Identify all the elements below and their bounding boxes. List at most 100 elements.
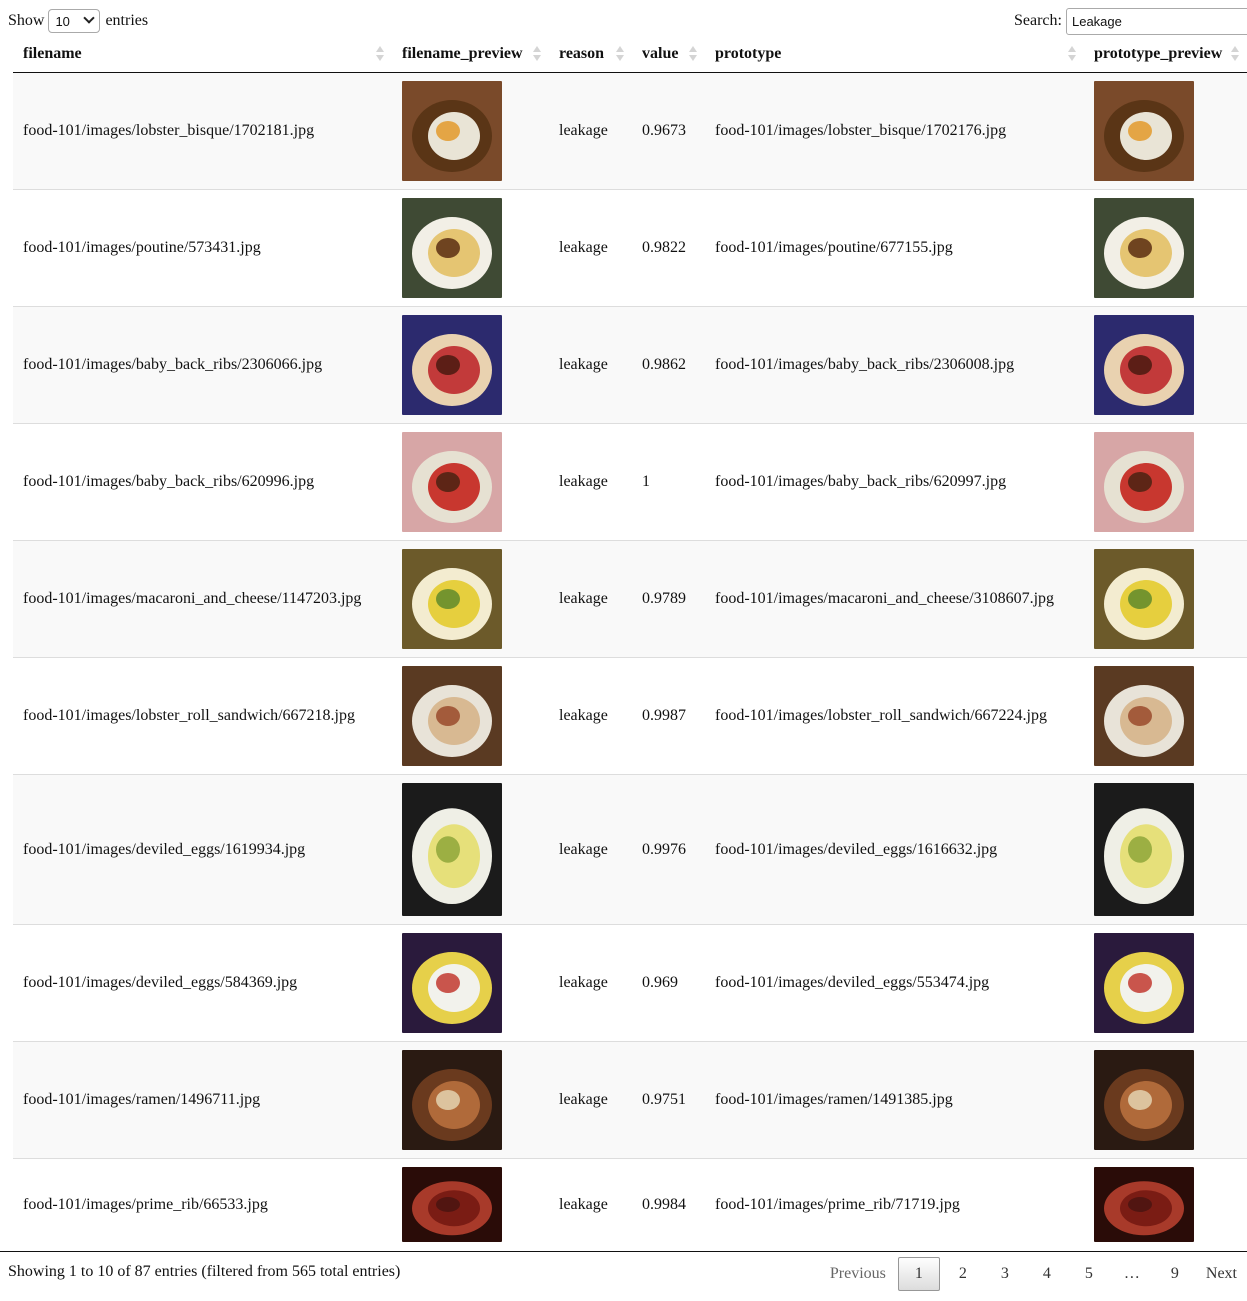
search-input[interactable]	[1065, 7, 1247, 35]
prototype-cell: food-101/images/ramen/1491385.jpg	[705, 1041, 1084, 1159]
reason-cell: leakage	[549, 774, 632, 925]
reason-cell: leakage	[549, 1158, 632, 1250]
prototype-preview-image	[1094, 315, 1194, 415]
column-header-prototype-preview[interactable]: prototype_preview	[1084, 35, 1247, 73]
filename-cell: food-101/images/prime_rib/66533.jpg	[13, 1158, 392, 1250]
prototype-cell: food-101/images/baby_back_ribs/2306008.j…	[705, 306, 1084, 424]
pagination-ellipsis: …	[1123, 1265, 1140, 1282]
sort-icon	[1231, 46, 1239, 62]
page-length-select[interactable]: 10	[48, 9, 101, 33]
prototype-preview-cell	[1084, 924, 1247, 1042]
value-cell: 0.9976	[632, 774, 705, 925]
filename-preview-cell	[392, 423, 549, 541]
filename-cell: food-101/images/macaroni_and_cheese/1147…	[13, 540, 392, 658]
prototype-cell: food-101/images/lobster_roll_sandwich/66…	[705, 657, 1084, 775]
prototype-preview-cell	[1084, 1041, 1247, 1159]
reason-cell: leakage	[549, 306, 632, 424]
filename-preview-cell	[392, 774, 549, 925]
prototype-cell: food-101/images/lobster_bisque/1702176.j…	[705, 72, 1084, 190]
value-cell: 0.9822	[632, 189, 705, 307]
reason-cell: leakage	[549, 72, 632, 190]
page-button-4[interactable]: 4	[1026, 1257, 1068, 1291]
filename-preview-cell	[392, 657, 549, 775]
filename-preview-cell	[392, 924, 549, 1042]
value-cell: 0.9984	[632, 1158, 705, 1250]
table-row: food-101/images/prime_rib/66533.jpg leaka…	[13, 1158, 1247, 1250]
column-header-filename[interactable]: filename	[13, 35, 392, 73]
table-row: food-101/images/poutine/573431.jpg leakag…	[13, 189, 1247, 307]
next-button[interactable]: Next	[1196, 1257, 1247, 1291]
filename-cell: food-101/images/baby_back_ribs/2306066.j…	[13, 306, 392, 424]
sort-icon	[376, 46, 384, 62]
filename-preview-image	[402, 666, 502, 766]
search-control: Search:	[1014, 7, 1247, 35]
filename-cell: food-101/images/deviled_eggs/1619934.jpg	[13, 774, 392, 925]
prototype-preview-cell	[1084, 540, 1247, 658]
column-header-label: prototype_preview	[1094, 44, 1223, 62]
prototype-preview-cell	[1084, 774, 1247, 925]
value-cell: 1	[632, 423, 705, 541]
prototype-preview-cell	[1084, 657, 1247, 775]
filename-preview-image	[402, 549, 502, 649]
results-table: filename filename_preview reason value p…	[13, 35, 1247, 1250]
prototype-preview-image	[1094, 1050, 1194, 1150]
sort-icon	[533, 46, 541, 62]
reason-cell: leakage	[549, 540, 632, 658]
filename-preview-image	[402, 783, 502, 916]
column-header-prototype[interactable]: prototype	[705, 35, 1084, 73]
filename-cell: food-101/images/lobster_roll_sandwich/66…	[13, 657, 392, 775]
prototype-cell: food-101/images/prime_rib/71719.jpg	[705, 1158, 1084, 1250]
table-row: food-101/images/lobster_bisque/1702181.j…	[13, 72, 1247, 190]
filename-cell: food-101/images/baby_back_ribs/620996.jp…	[13, 423, 392, 541]
prototype-preview-cell	[1084, 1158, 1247, 1250]
prototype-preview-image	[1094, 666, 1194, 766]
page-button-3[interactable]: 3	[984, 1257, 1026, 1291]
value-cell: 0.9789	[632, 540, 705, 658]
prototype-preview-image	[1094, 198, 1194, 298]
filename-preview-cell	[392, 189, 549, 307]
filename-preview-image	[402, 81, 502, 181]
column-header-reason[interactable]: reason	[549, 35, 632, 73]
table-row: food-101/images/lobster_roll_sandwich/66…	[13, 657, 1247, 775]
filename-cell: food-101/images/ramen/1496711.jpg	[13, 1041, 392, 1159]
filename-preview-image	[402, 432, 502, 532]
previous-button[interactable]: Previous	[820, 1257, 896, 1291]
filename-preview-cell	[392, 540, 549, 658]
column-header-filename-preview[interactable]: filename_preview	[392, 35, 549, 73]
table-footer: Showing 1 to 10 of 87 entries (filtered …	[0, 1251, 1247, 1301]
prototype-preview-cell	[1084, 423, 1247, 541]
table-row: food-101/images/ramen/1496711.jpg leakage…	[13, 1041, 1247, 1159]
prototype-preview-image	[1094, 549, 1194, 649]
prototype-preview-image	[1094, 933, 1194, 1033]
filename-preview-cell	[392, 1158, 549, 1250]
page-button-5[interactable]: 5	[1068, 1257, 1110, 1291]
column-header-label: filename_preview	[402, 44, 523, 62]
column-header-label: reason	[559, 44, 605, 62]
column-header-value[interactable]: value	[632, 35, 705, 73]
prototype-cell: food-101/images/deviled_eggs/1616632.jpg	[705, 774, 1084, 925]
show-label: Show	[8, 12, 45, 29]
page-button-9[interactable]: 9	[1154, 1257, 1196, 1291]
reason-cell: leakage	[549, 189, 632, 307]
table-row: food-101/images/baby_back_ribs/2306066.j…	[13, 306, 1247, 424]
prototype-preview-image	[1094, 783, 1194, 916]
column-header-label: value	[642, 44, 679, 62]
reason-cell: leakage	[549, 924, 632, 1042]
prototype-cell: food-101/images/baby_back_ribs/620997.jp…	[705, 423, 1084, 541]
filename-cell: food-101/images/lobster_bisque/1702181.j…	[13, 72, 392, 190]
page-button-2[interactable]: 2	[942, 1257, 984, 1291]
sort-icon	[1068, 46, 1076, 62]
filename-preview-cell	[392, 1041, 549, 1159]
prototype-preview-cell	[1084, 72, 1247, 190]
table-row: food-101/images/deviled_eggs/1619934.jpg…	[13, 774, 1247, 925]
entries-info: Showing 1 to 10 of 87 entries (filtered …	[8, 1263, 401, 1280]
page-length-value: 10	[55, 13, 70, 29]
page-button-1[interactable]: 1	[897, 1257, 940, 1291]
value-cell: 0.9862	[632, 306, 705, 424]
filename-preview-cell	[392, 306, 549, 424]
prototype-cell: food-101/images/macaroni_and_cheese/3108…	[705, 540, 1084, 658]
value-cell: 0.969	[632, 924, 705, 1042]
filename-cell: food-101/images/deviled_eggs/584369.jpg	[13, 924, 392, 1042]
value-cell: 0.9673	[632, 72, 705, 190]
filename-preview-image	[402, 315, 502, 415]
